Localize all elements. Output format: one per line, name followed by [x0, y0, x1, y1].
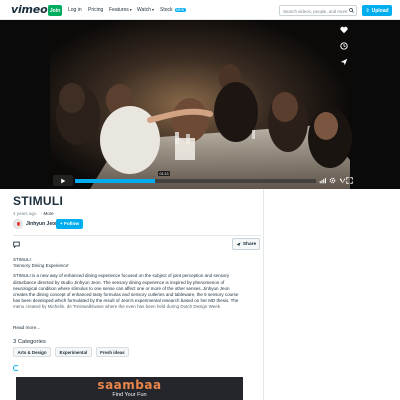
- share-icon: [236, 242, 241, 246]
- stock-link[interactable]: Stock NEW: [160, 7, 186, 13]
- video-player[interactable]: [0, 20, 400, 189]
- paper-plane-icon: [340, 58, 348, 65]
- expand-icon: [346, 177, 353, 184]
- like-button[interactable]: [338, 24, 350, 35]
- read-more-link[interactable]: Read more...: [13, 325, 40, 330]
- ad-banner[interactable]: saambaa Find Your Fun: [16, 377, 243, 400]
- chevron-down-icon: ▾: [129, 7, 132, 12]
- upload-label: Upload: [371, 7, 389, 14]
- category-tag[interactable]: Arts & Design: [13, 347, 52, 357]
- clock-icon: [340, 41, 348, 50]
- sidebar-divider: [263, 189, 264, 400]
- ad-tagline: Find Your Fun: [112, 392, 147, 398]
- author-row: Jinhyun Jeon: [13, 219, 58, 229]
- progress-bar[interactable]: [75, 179, 316, 183]
- follow-button[interactable]: + Follow: [56, 219, 83, 229]
- top-nav: vimeo Join Log in Pricing Features▾ Watc…: [0, 0, 400, 20]
- description-fade: [13, 303, 253, 319]
- more-label: More: [43, 211, 54, 216]
- login-link[interactable]: Log in: [68, 7, 82, 13]
- play-icon: [61, 178, 66, 183]
- share-button[interactable]: Share: [232, 238, 260, 250]
- avatar[interactable]: [13, 219, 23, 229]
- player-side-actions: [338, 24, 350, 67]
- category-tag[interactable]: Experimental: [55, 347, 92, 357]
- time-indicator: 01:13: [158, 171, 170, 176]
- category-list: Arts & Design Experimental Fresh ideas: [13, 347, 130, 357]
- search-input[interactable]: Search videos, people, and more: [279, 5, 357, 16]
- ad-brand: saambaa: [97, 378, 162, 392]
- fullscreen-icon[interactable]: [344, 177, 353, 185]
- divider: [13, 235, 261, 236]
- volume-icon[interactable]: [318, 177, 326, 185]
- join-button[interactable]: Join: [48, 5, 62, 16]
- video-title: STIMULI: [13, 194, 64, 208]
- features-label: Features: [109, 7, 129, 13]
- loading-spinner-icon: [13, 365, 19, 371]
- pricing-link[interactable]: Pricing: [88, 7, 103, 13]
- chevron-down-icon: ▾: [151, 7, 154, 12]
- comment-icon[interactable]: [13, 241, 20, 248]
- watch-label: Watch: [137, 7, 151, 13]
- share-label: Share: [242, 241, 257, 247]
- progress-fill: [75, 179, 155, 183]
- more-link[interactable]: · More: [41, 211, 54, 216]
- gear-icon: [329, 177, 335, 184]
- watch-later-button[interactable]: [338, 40, 350, 51]
- settings-icon[interactable]: [328, 177, 336, 185]
- features-menu[interactable]: Features▾: [109, 7, 132, 13]
- author-name[interactable]: Jinhyun Jeon: [26, 221, 58, 227]
- new-badge: NEW: [174, 7, 186, 12]
- heart-icon: [340, 26, 348, 33]
- upload-age: 4 years ago: [13, 211, 37, 216]
- stock-label: Stock: [160, 7, 173, 13]
- vimeo-logo[interactable]: vimeo: [11, 3, 48, 16]
- upload-button[interactable]: ⇧ Upload: [362, 5, 392, 16]
- video-meta: 4 years ago · More: [13, 211, 54, 216]
- volume-bars: [319, 178, 326, 184]
- watch-menu[interactable]: Watch▾: [137, 7, 154, 13]
- categories-title: 3 Categories: [13, 339, 46, 345]
- play-button[interactable]: [53, 175, 73, 186]
- category-tag[interactable]: Fresh ideas: [95, 347, 130, 357]
- share-player-button[interactable]: [338, 56, 350, 67]
- search-icon[interactable]: [349, 8, 354, 13]
- upload-icon: ⇧: [365, 7, 370, 14]
- search-placeholder: Search videos, people, and more: [283, 8, 348, 14]
- avatar-mark: [16, 222, 20, 226]
